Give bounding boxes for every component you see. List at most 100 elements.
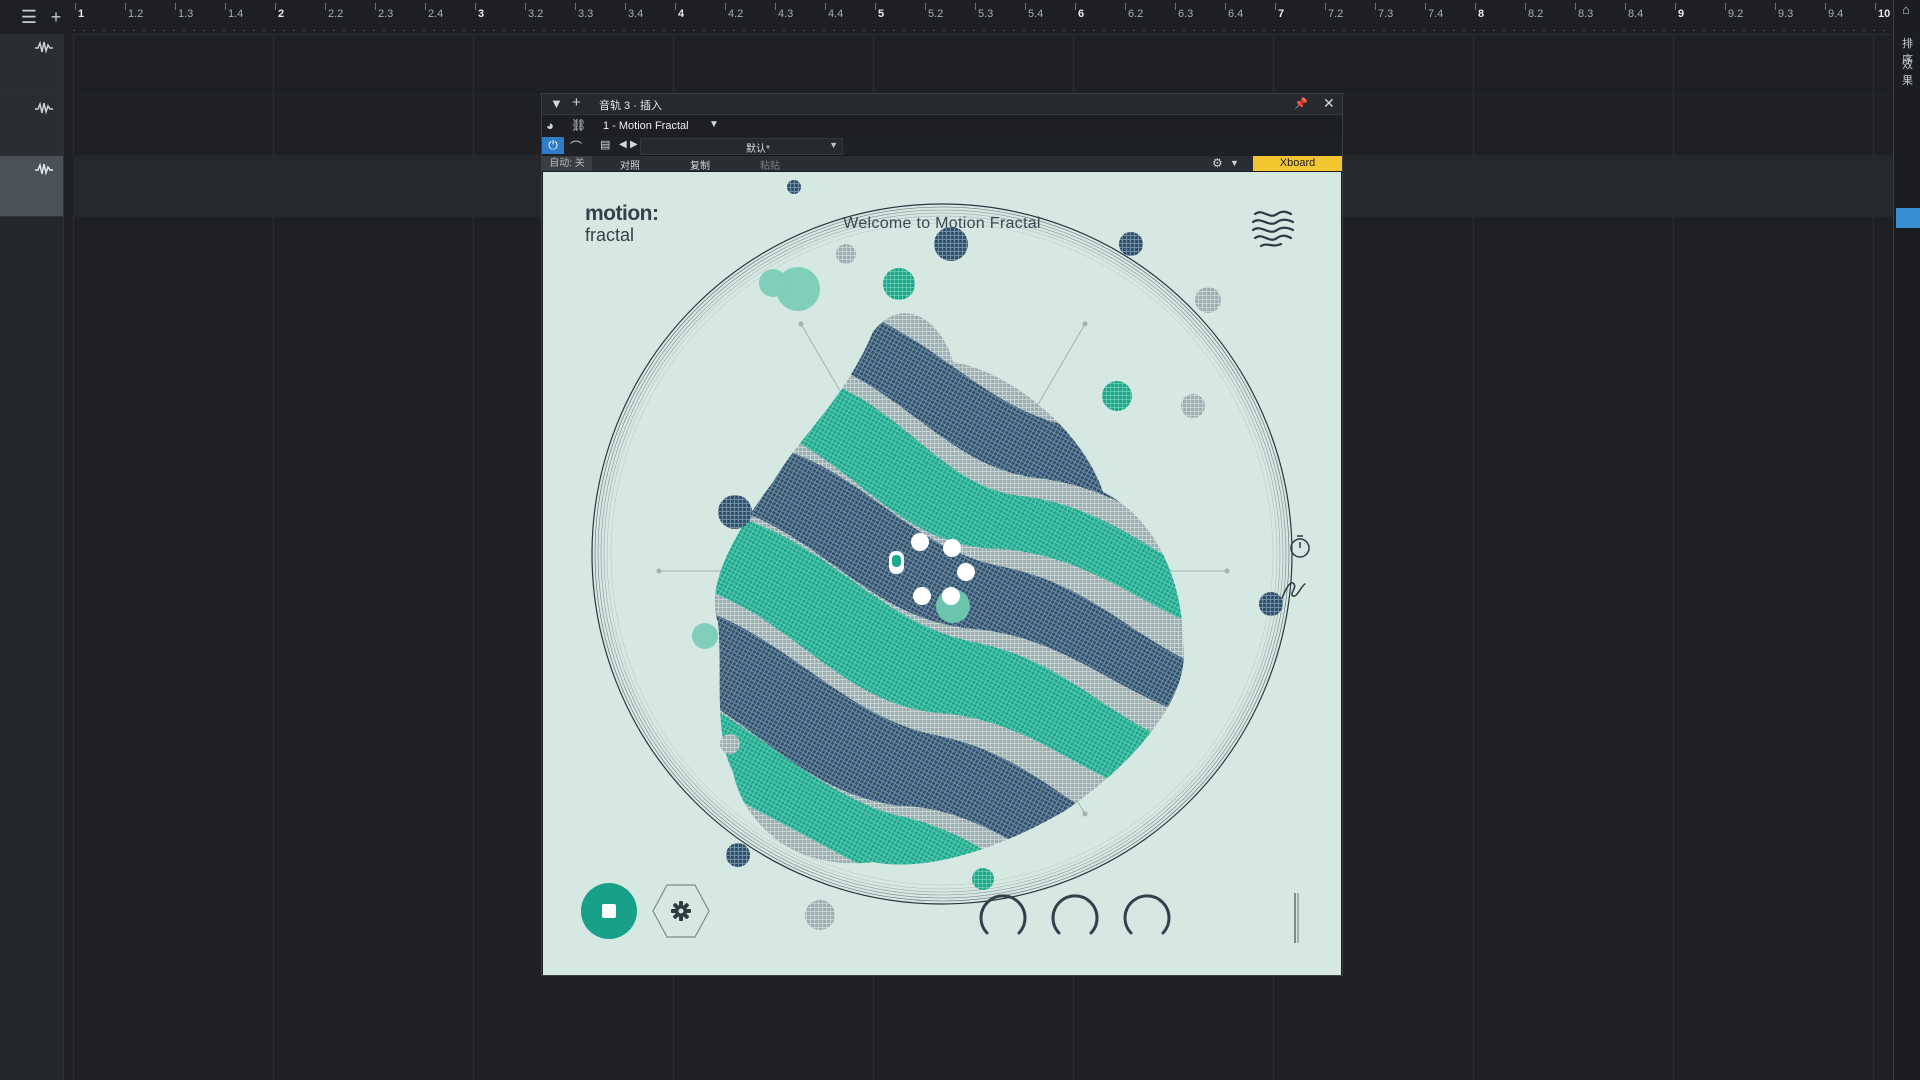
preset-file-icon[interactable]: ▤ xyxy=(600,138,610,151)
paste-button[interactable]: 粘贴 xyxy=(760,157,780,172)
welcome-title: Welcome to Motion Fractal xyxy=(843,215,1041,232)
sidechain-icon[interactable]: ⌒ xyxy=(570,138,582,155)
ruler-label: 7.4 xyxy=(1428,8,1444,20)
ruler-label: 2.4 xyxy=(428,8,444,20)
stop-button[interactable] xyxy=(581,883,637,939)
stop-icon xyxy=(602,904,616,918)
preset-selector[interactable]: 默认* ▼ xyxy=(640,138,843,155)
prev-preset-icon[interactable]: ◀ xyxy=(619,139,627,150)
ruler-label: 3.4 xyxy=(628,8,644,20)
ruler-label: 3.3 xyxy=(578,8,594,20)
ruler-label: 2.2 xyxy=(328,8,344,20)
ruler-label: 10 xyxy=(1878,8,1891,20)
ruler-tick-mark xyxy=(1825,3,1826,10)
ruler-tick-mark xyxy=(775,3,776,10)
routing-icon[interactable]: ◕ xyxy=(546,118,554,133)
track-header-1[interactable] xyxy=(0,34,63,95)
waves-menu-icon[interactable] xyxy=(1249,204,1297,252)
ruler-label: 9.3 xyxy=(1778,8,1794,20)
plugin-slot-row: ◕ ⛓ 1 - Motion Fractal ▼ xyxy=(542,115,1342,137)
track-header-column xyxy=(0,34,64,1080)
ruler-tick-mark xyxy=(1325,3,1326,10)
timeline-ruler[interactable]: 1 1.2 1.3 1.4 2 2.2 2.3 2.4 3 3.2 3.3 3.4 4 4.2 4.3 4.4… xyxy=(73,0,1893,35)
preset-value: 默认* xyxy=(746,144,770,155)
ruler-tick-mark xyxy=(1625,3,1626,10)
ruler-label: 9.2 xyxy=(1728,8,1744,20)
ruler-label: 7.3 xyxy=(1378,8,1394,20)
settings-button[interactable] xyxy=(651,881,711,941)
ruler-tick-mark xyxy=(1225,3,1226,10)
ruler-tick-mark xyxy=(975,3,976,10)
ruler-label: 8.4 xyxy=(1628,8,1644,20)
copy-button[interactable]: 复制 xyxy=(690,157,710,172)
ruler-label: 1 xyxy=(78,8,85,20)
timer-icon[interactable] xyxy=(1288,534,1312,560)
slot-dropdown-icon[interactable]: ▼ xyxy=(709,119,719,130)
ruler-label: 7 xyxy=(1278,8,1285,20)
macro-knob-3[interactable] xyxy=(1119,887,1175,943)
preset-row: ⏻ ⌒ ▤ ◀ ▶ 默认* ▼ xyxy=(542,137,1342,155)
waveform-icon xyxy=(35,162,53,176)
ruler-label: 5.2 xyxy=(928,8,944,20)
ruler-tick-mark xyxy=(1425,3,1426,10)
ruler-label: 8 xyxy=(1478,8,1485,20)
add-insert-icon[interactable]: + xyxy=(572,94,581,111)
track-header-2[interactable] xyxy=(0,95,63,156)
ruler-label: 2.3 xyxy=(378,8,394,20)
home-icon[interactable]: ⌂ xyxy=(1902,2,1910,17)
ruler-tick-mark xyxy=(1025,3,1026,10)
effects-tab[interactable]: 效果 xyxy=(1902,56,1920,88)
plugin-titlebar[interactable]: ▼ + 音轨 3 · 插入 📌 ✕ xyxy=(542,94,1342,115)
macro-knob-1[interactable] xyxy=(975,887,1031,943)
volume-fader[interactable] xyxy=(1294,893,1299,943)
ruler-tick-mark xyxy=(1175,3,1176,10)
pin-icon[interactable]: 📌 xyxy=(1294,97,1308,110)
track-header-3[interactable] xyxy=(0,156,63,217)
ruler-tick-mark xyxy=(1875,3,1876,10)
close-icon[interactable]: ✕ xyxy=(1323,95,1335,112)
menu-icon[interactable]: ☰ xyxy=(18,6,40,28)
ruler-tick-mark xyxy=(1075,3,1076,10)
ruler-label: 5.4 xyxy=(1028,8,1044,20)
ruler-tick-mark xyxy=(175,3,176,10)
dropdown-arrow-icon[interactable]: ▼ xyxy=(550,96,563,111)
ruler-tick-mark xyxy=(275,3,276,10)
ruler-label: 6 xyxy=(1078,8,1085,20)
ruler-tick-mark xyxy=(575,3,576,10)
ruler-label: 7.2 xyxy=(1328,8,1344,20)
plugin-toolbar: 自动: 关 对照 复制 粘贴 ⚙ ▼ Xboard xyxy=(542,156,1342,172)
ruler-tick-mark xyxy=(825,3,826,10)
gear-icon xyxy=(671,901,691,921)
plugin-slot-name[interactable]: 1 - Motion Fractal xyxy=(603,120,689,132)
ruler-tick-mark xyxy=(1775,3,1776,10)
plugin-window: ▼ + 音轨 3 · 插入 📌 ✕ ◕ ⛓ 1 - Motion Fractal… xyxy=(541,93,1343,976)
compare-button[interactable]: 对照 xyxy=(620,157,640,172)
ruler-tick-mark xyxy=(725,3,726,10)
xboard-button[interactable]: Xboard xyxy=(1253,156,1342,171)
ruler-label: 6.4 xyxy=(1228,8,1244,20)
ruler-tick-mark xyxy=(1525,3,1526,10)
power-icon[interactable]: ⏻ xyxy=(542,137,564,154)
ruler-tick-mark xyxy=(1725,3,1726,10)
ruler-label: 1.3 xyxy=(178,8,194,20)
settings-dropdown-icon[interactable]: ▼ xyxy=(1230,158,1239,168)
add-track-icon[interactable]: + xyxy=(45,6,67,28)
fractal-planet-view[interactable] xyxy=(543,172,1341,975)
ruler-label: 8.3 xyxy=(1578,8,1594,20)
ruler-label: 9.4 xyxy=(1828,8,1844,20)
ruler-label: 1.2 xyxy=(128,8,144,20)
ruler-label: 4 xyxy=(678,8,685,20)
ruler-label: 5.3 xyxy=(978,8,994,20)
ruler-label: 3 xyxy=(478,8,485,20)
motion-path-icon[interactable] xyxy=(1279,576,1307,602)
ruler-tick-mark xyxy=(1375,3,1376,10)
macro-knob-2[interactable] xyxy=(1047,887,1103,943)
track-lane-1[interactable] xyxy=(73,34,1893,95)
network-icon[interactable]: ⛓ xyxy=(571,118,586,132)
ruler-tick-mark xyxy=(425,3,426,10)
settings-icon[interactable]: ⚙ xyxy=(1212,156,1223,170)
automation-toggle[interactable]: 自动: 关 xyxy=(542,156,592,171)
next-preset-icon[interactable]: ▶ xyxy=(630,139,638,150)
browser-panel: ⌂ 排序 效果 xyxy=(1894,0,1920,1080)
ruler-tick-mark xyxy=(1125,3,1126,10)
